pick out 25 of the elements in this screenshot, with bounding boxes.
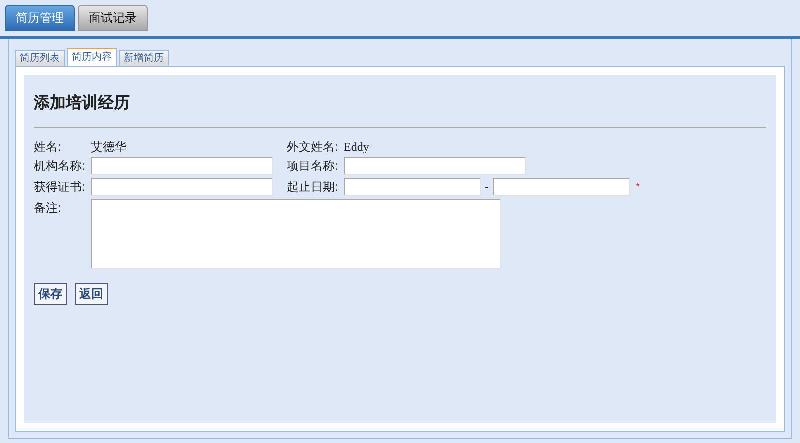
date-separator: -	[484, 179, 490, 196]
form-button[interactable]: 返回	[75, 283, 108, 305]
field-label: 姓名:	[34, 139, 62, 156]
input-field[interactable]	[344, 178, 481, 196]
field-value: 艾德华	[91, 139, 128, 156]
field-label: 获得证书:	[34, 179, 86, 196]
input-field[interactable]	[91, 178, 273, 196]
sub-tab[interactable]: 新增简历	[119, 50, 169, 66]
page-heading: 添加培训经历	[34, 93, 131, 114]
input-field[interactable]	[91, 157, 273, 175]
field-label: 外文姓名:	[287, 139, 340, 156]
input-field[interactable]	[344, 157, 526, 175]
input-field[interactable]	[493, 178, 630, 196]
main-tab[interactable]: 简历管理	[5, 5, 75, 31]
form-button[interactable]: 保存	[34, 283, 67, 305]
required-mark: *	[636, 180, 640, 194]
sub-tab[interactable]: 简历内容	[67, 48, 117, 66]
field-label: 项目名称:	[287, 158, 340, 175]
field-label: 备注:	[34, 200, 62, 217]
sub-tab[interactable]: 简历列表	[15, 50, 65, 66]
note-field[interactable]	[91, 199, 501, 269]
field-label: 机构名称:	[34, 158, 86, 175]
field-value: Eddy	[344, 139, 370, 156]
field-label: 起止日期:	[287, 179, 340, 196]
main-tab[interactable]: 面试记录	[78, 5, 148, 31]
